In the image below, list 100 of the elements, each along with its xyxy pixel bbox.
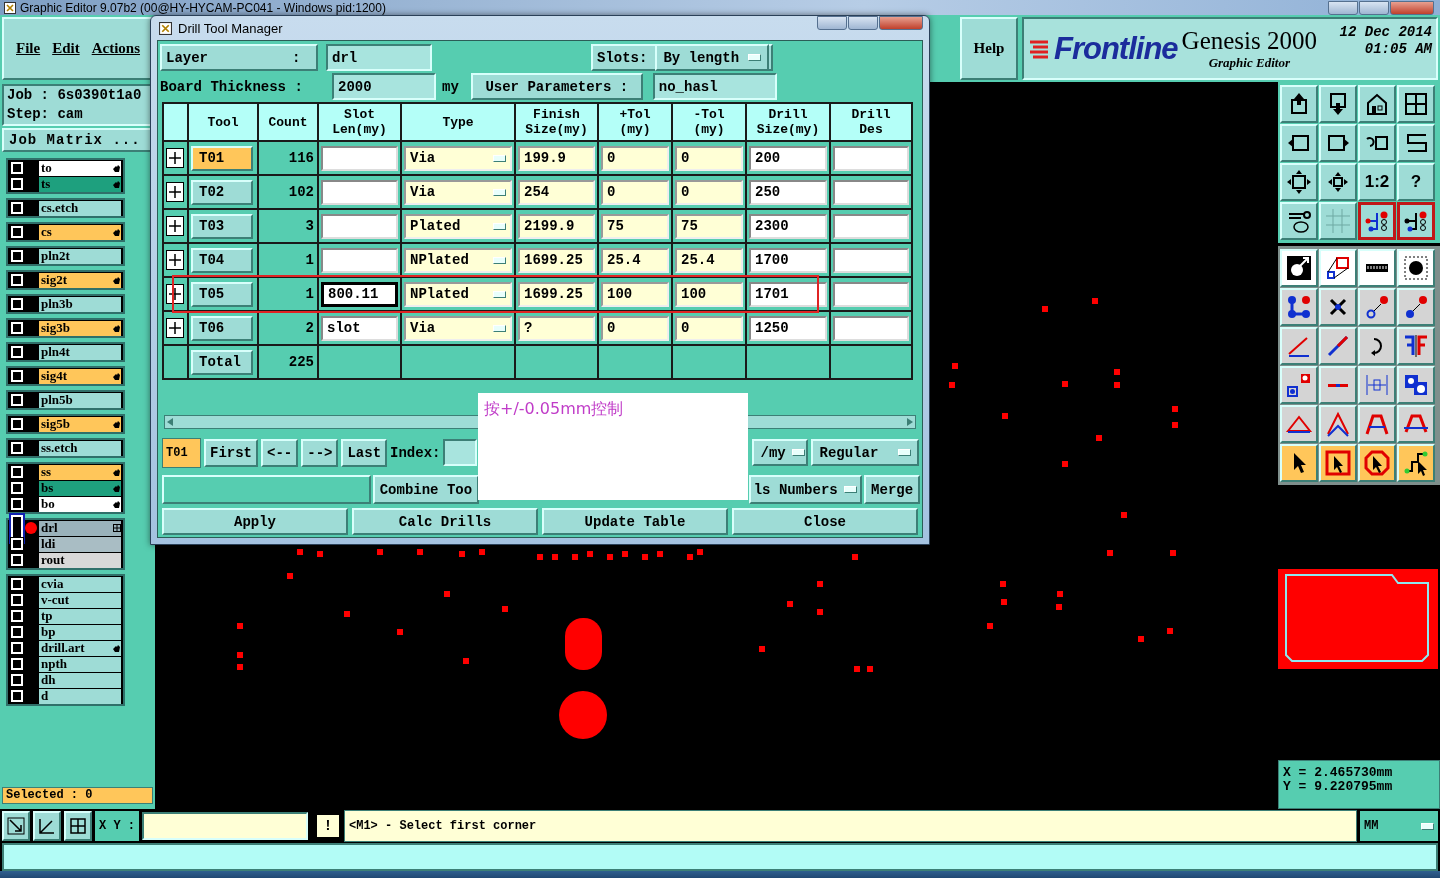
minimize-button[interactable]	[1328, 0, 1358, 15]
scale-button[interactable]: 1:2	[1358, 163, 1396, 201]
plus-tolerance-field[interactable]: 0	[601, 315, 669, 341]
total-button[interactable]: Total	[191, 349, 253, 375]
layer-item[interactable]: cs.etch	[39, 200, 121, 216]
drill-size-field[interactable]: 250	[749, 179, 827, 205]
layer-item[interactable]: sig5b	[39, 416, 121, 432]
drill-size-field[interactable]: 200	[749, 145, 827, 171]
slot-length-field[interactable]	[321, 179, 398, 205]
layer-checkbox[interactable]	[11, 346, 23, 358]
finish-size-field[interactable]: 1699.25	[518, 281, 595, 307]
layer-item[interactable]: tp	[39, 608, 121, 624]
minus-tolerance-field[interactable]: 0	[675, 145, 743, 171]
drill-size-field[interactable]: 1250	[749, 315, 827, 341]
unit-dropdown[interactable]: /my	[752, 439, 809, 466]
plus-tolerance-field[interactable]: 100	[601, 281, 669, 307]
finish-size-field[interactable]: 199.9	[518, 145, 595, 171]
help-button[interactable]: ?	[1397, 163, 1435, 201]
finish-size-field[interactable]: ?	[518, 315, 595, 341]
action-button[interactable]: Close	[732, 508, 918, 535]
action-button[interactable]: Apply	[162, 508, 348, 535]
layer-item[interactable]: pln3b	[39, 296, 121, 312]
drill-description-field[interactable]	[833, 145, 909, 171]
layer-checkbox[interactable]	[11, 178, 23, 190]
layer-checkbox[interactable]	[11, 202, 23, 214]
finish-size-field[interactable]: 1699.25	[518, 247, 595, 273]
expand-button[interactable]	[166, 182, 184, 202]
layer-item[interactable]: npth	[39, 656, 121, 672]
layer-item[interactable]: v-cut	[39, 592, 121, 608]
drill-size-field[interactable]: 2300	[749, 213, 827, 239]
plus-tolerance-field[interactable]: 0	[601, 145, 669, 171]
tool-button[interactable]: T01	[191, 145, 253, 171]
job-matrix-button[interactable]: Job Matrix ...	[2, 128, 153, 152]
slot-length-field[interactable]: 800.11	[321, 281, 398, 307]
drill-description-field[interactable]	[833, 247, 909, 273]
layer-item[interactable]: pln2t	[39, 248, 121, 264]
drill-description-field[interactable]	[833, 315, 909, 341]
expand-button[interactable]	[166, 216, 184, 236]
layer-checkbox[interactable]	[11, 162, 23, 174]
snap-button[interactable]	[33, 811, 61, 841]
layer-checkbox[interactable]	[11, 274, 23, 286]
drill-size-field[interactable]: 1701	[749, 281, 827, 307]
menu-item[interactable]: File	[16, 40, 41, 57]
layer-item[interactable]: bs	[39, 480, 121, 496]
type-dropdown[interactable]: Via	[404, 179, 512, 205]
user-parameters-field[interactable]: no_hasl	[652, 73, 777, 100]
drill-size-field[interactable]: 1700	[749, 247, 827, 273]
type-dropdown[interactable]: Via	[404, 315, 512, 341]
layer-item[interactable]: pln5b	[39, 392, 121, 408]
layer-checkbox[interactable]	[11, 658, 23, 670]
thickness-field[interactable]: 2000	[332, 73, 436, 100]
navigation-button[interactable]: <--	[261, 438, 299, 467]
layer-item[interactable]: cvia	[39, 576, 121, 592]
layer-item[interactable]: drill.art	[39, 640, 121, 656]
layer-item[interactable]: drl	[39, 520, 121, 536]
layer-item[interactable]: dh	[39, 672, 121, 688]
plus-tolerance-field[interactable]: 75	[601, 213, 669, 239]
layer-checkbox[interactable]	[11, 498, 23, 510]
maximize-button[interactable]	[1359, 0, 1389, 15]
menu-item[interactable]: Actions	[91, 40, 140, 57]
index-field[interactable]	[443, 439, 478, 466]
action-button[interactable]: Update Table	[542, 508, 728, 535]
tool-button[interactable]	[1397, 202, 1435, 240]
tool-button[interactable]	[1358, 202, 1396, 240]
mode-dropdown[interactable]: Regular	[811, 439, 920, 466]
layer-item[interactable]: d	[39, 688, 121, 704]
finish-size-field[interactable]: 2199.9	[518, 213, 595, 239]
numbers-dropdown[interactable]: ls Numbers	[748, 475, 863, 504]
maximize-button[interactable]	[848, 16, 878, 30]
layer-checkbox[interactable]	[11, 226, 23, 238]
drill-description-field[interactable]	[833, 213, 909, 239]
layer-checkbox[interactable]	[11, 370, 23, 382]
layer-item[interactable]: cs	[39, 224, 121, 240]
tool-button[interactable]: T02	[191, 179, 253, 205]
xy-input-field[interactable]	[142, 812, 308, 840]
alert-button[interactable]: !	[315, 813, 341, 839]
layer-item[interactable]: ts	[39, 176, 121, 192]
grid-snap-button[interactable]	[64, 811, 92, 841]
layer-checkbox[interactable]	[11, 626, 23, 638]
layer-checkbox[interactable]	[11, 690, 23, 702]
type-dropdown[interactable]: NPlated	[404, 281, 512, 307]
layer-item[interactable]: ldi	[39, 536, 121, 552]
tool-button[interactable]: T05	[191, 281, 253, 307]
expand-button[interactable]	[166, 250, 184, 270]
tool-button[interactable]: T03	[191, 213, 253, 239]
layer-checkbox[interactable]	[11, 466, 23, 478]
type-dropdown[interactable]: NPlated	[404, 247, 512, 273]
drill-description-field[interactable]	[833, 179, 909, 205]
navigation-button[interactable]: Last	[341, 438, 388, 467]
action-button[interactable]: Calc Drills	[352, 508, 538, 535]
minus-tolerance-field[interactable]: 0	[675, 315, 743, 341]
layer-checkbox[interactable]	[11, 322, 23, 334]
minus-tolerance-field[interactable]: 75	[675, 213, 743, 239]
minus-tolerance-field[interactable]: 0	[675, 179, 743, 205]
layer-item[interactable]: ss.etch	[39, 440, 121, 456]
layer-item[interactable]: bp	[39, 624, 121, 640]
combine-tools-button[interactable]: Combine Too	[373, 475, 479, 504]
layer-checkbox[interactable]	[11, 642, 23, 654]
user-parameters-button[interactable]: User Parameters :	[470, 73, 643, 100]
layer-item[interactable]: rout	[39, 552, 121, 568]
